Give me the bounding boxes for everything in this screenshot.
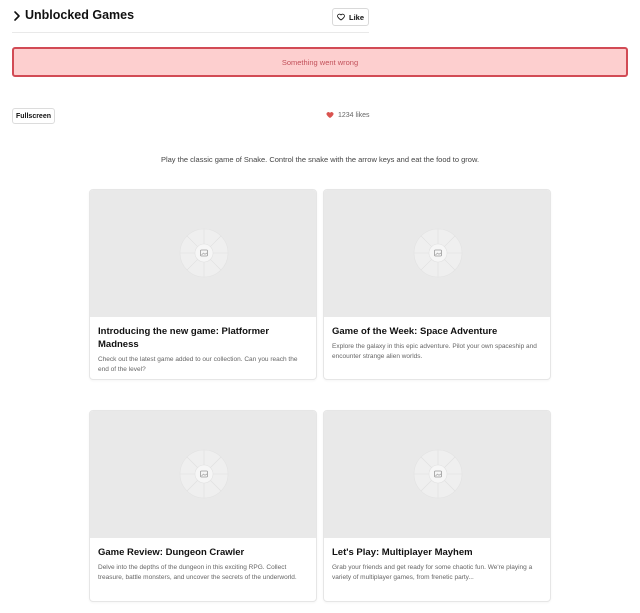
post-description: Grab your friends and get ready for some…	[332, 564, 533, 581]
likes-count: 1234 likes	[326, 111, 370, 119]
error-banner: Something went wrong	[12, 47, 628, 77]
post-card[interactable]: Game Review: Dungeon Crawler Delve into …	[89, 410, 317, 602]
post-image	[324, 411, 550, 538]
heart-filled-icon	[326, 112, 334, 118]
post-title[interactable]: Game of the Week: Space Adventure	[332, 325, 542, 338]
image-placeholder-icon	[179, 228, 229, 278]
post-title[interactable]: Game Review: Dungeon Crawler	[98, 546, 308, 559]
game-description: Play the classic game of Snake. Control …	[160, 155, 480, 164]
post-description: Explore the galaxy in this epic adventur…	[332, 343, 537, 360]
heart-outline-icon	[337, 13, 345, 21]
fullscreen-button[interactable]: Fullscreen	[12, 108, 55, 124]
chevron-right-icon[interactable]	[12, 9, 22, 23]
image-placeholder-icon	[413, 228, 463, 278]
post-image	[90, 411, 316, 538]
like-button[interactable]: Like	[332, 8, 369, 26]
page-title: Unblocked Games	[25, 8, 135, 22]
likes-text: 1234 likes	[338, 111, 370, 119]
post-title[interactable]: Let's Play: Multiplayer Mayhem	[332, 546, 542, 559]
like-label: Like	[348, 12, 364, 22]
post-card[interactable]: Introducing the new game: Platformer Mad…	[89, 189, 317, 380]
post-image	[90, 190, 316, 317]
post-description: Delve into the depths of the dungeon in …	[98, 564, 297, 581]
error-message: Something went wrong	[281, 57, 359, 67]
post-card[interactable]: Game of the Week: Space Adventure Explor…	[323, 189, 551, 380]
image-placeholder-icon	[179, 449, 229, 499]
post-title[interactable]: Introducing the new game: Platformer Mad…	[98, 325, 308, 351]
post-card[interactable]: Let's Play: Multiplayer Mayhem Grab your…	[323, 410, 551, 602]
post-image	[324, 190, 550, 317]
page-header: Unblocked Games Like	[12, 6, 369, 33]
image-placeholder-icon	[413, 449, 463, 499]
post-description: Check out the latest game added to our c…	[98, 356, 298, 373]
